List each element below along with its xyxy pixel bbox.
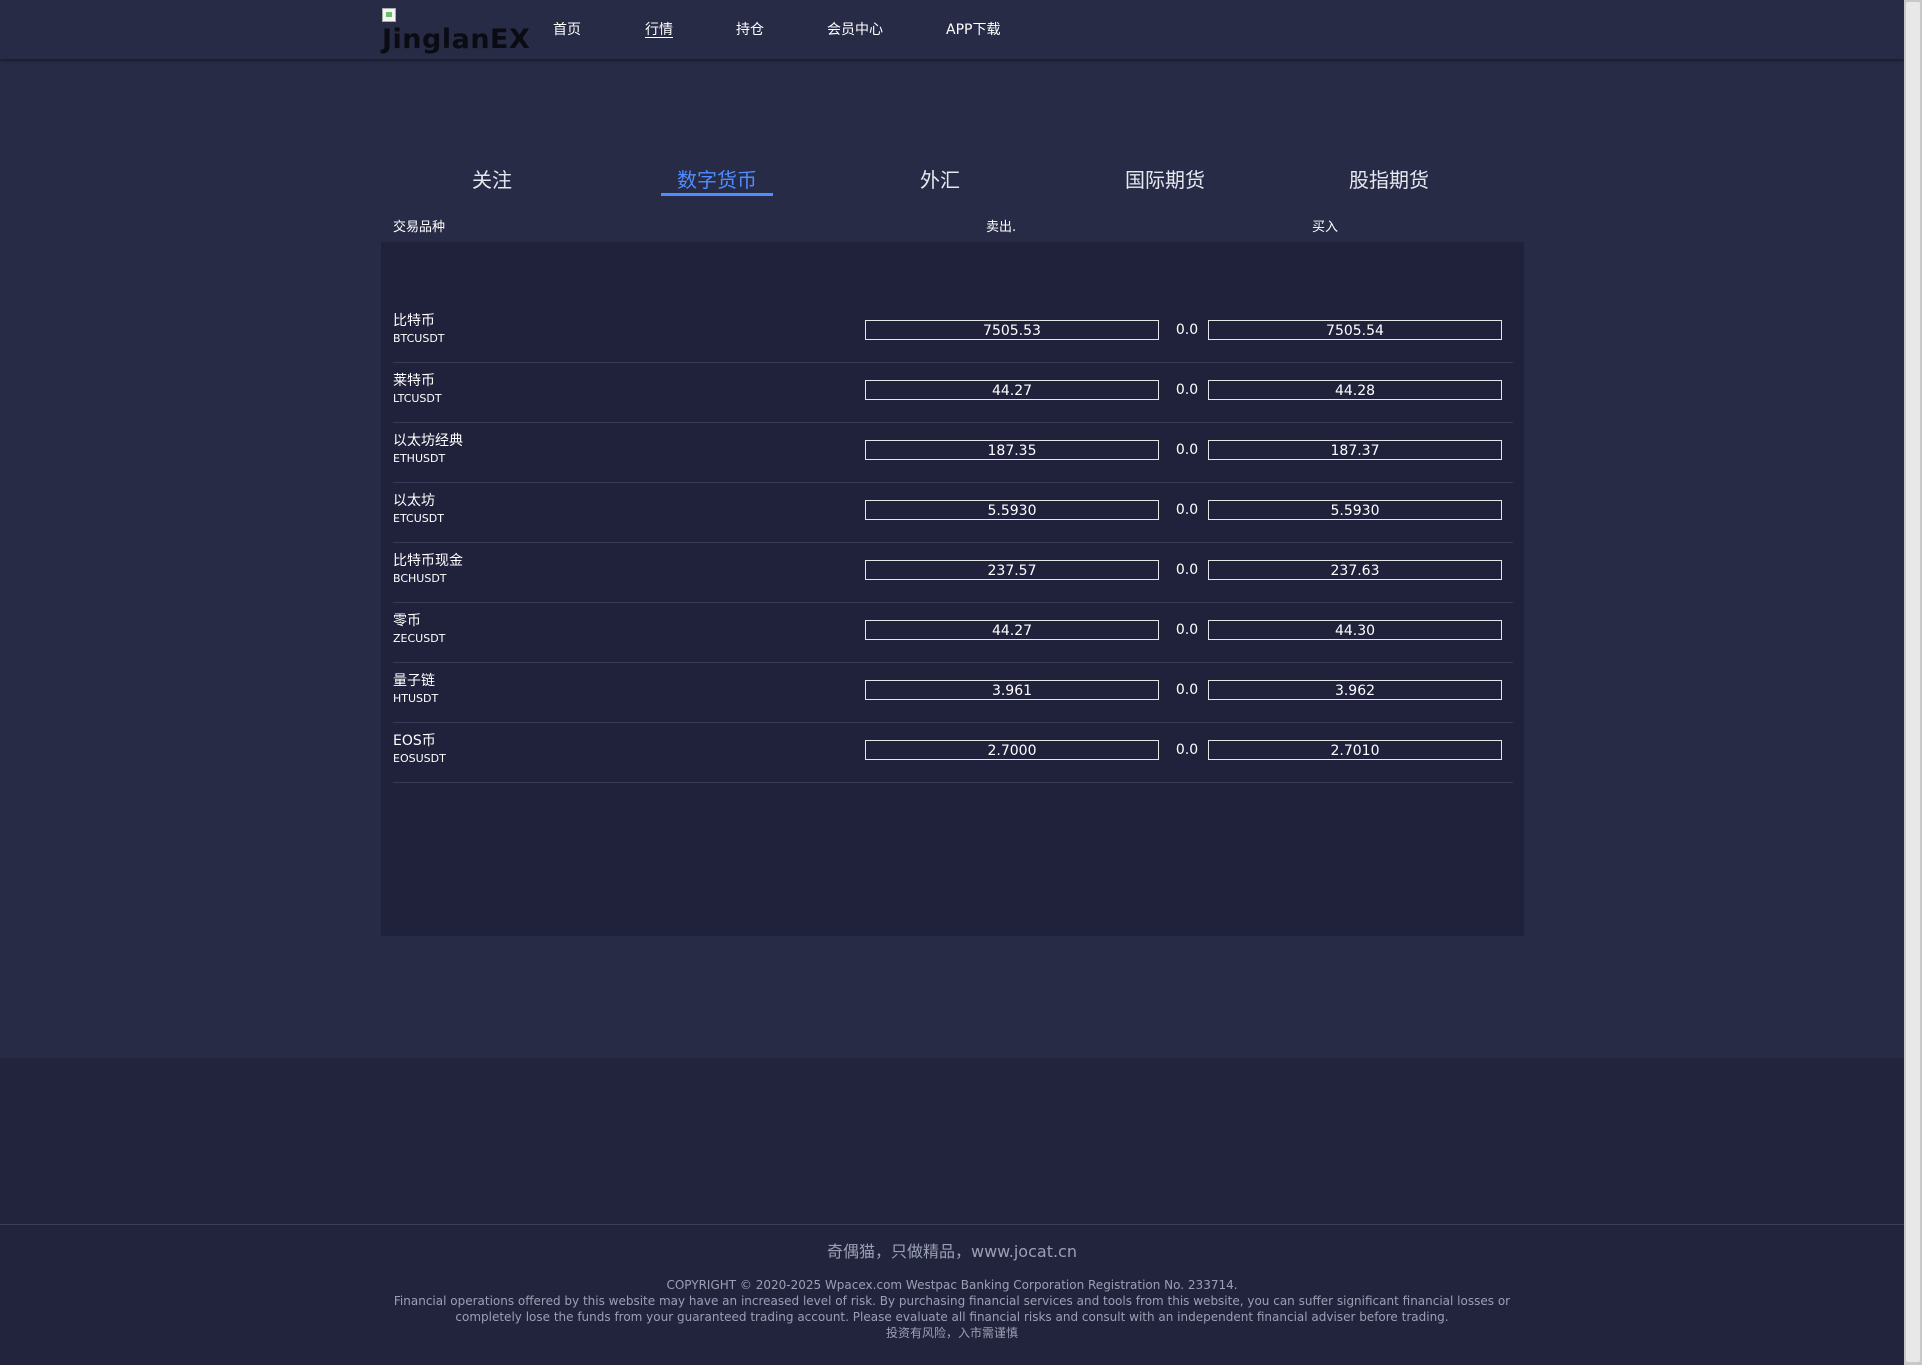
sell-price-button[interactable]: 187.35 [865, 440, 1159, 460]
broken-image-icon [382, 8, 396, 22]
footer-slogan: 奇偶猫，只做精品，www.jocat.cn [826, 1242, 1077, 1261]
sell-price-button[interactable]: 44.27 [865, 380, 1159, 400]
nav-app-download[interactable]: APP下载 [946, 19, 1000, 39]
sell-price-button[interactable]: 3.961 [865, 680, 1159, 700]
tab-crypto[interactable]: 数字货币 [677, 164, 757, 193]
table-row[interactable]: 以太坊经典 ETHUSDT 187.35 0.0 187.37 [393, 422, 1513, 483]
nav-market[interactable]: 行情 [645, 19, 673, 39]
price-change: 0.0 [1175, 502, 1199, 518]
instrument-name: 以太坊 [393, 493, 435, 509]
buy-price-button[interactable]: 2.7010 [1208, 740, 1502, 760]
price-change: 0.0 [1175, 742, 1199, 758]
instrument-code: LTCUSDT [393, 392, 442, 405]
footer-risk-disclaimer-2: completely lose the funds from your guar… [455, 1310, 1449, 1324]
buy-price-button[interactable]: 3.962 [1208, 680, 1502, 700]
price-change: 0.0 [1175, 562, 1199, 578]
buy-price-button[interactable]: 7505.54 [1208, 320, 1502, 340]
table-row[interactable]: 以太坊 ETCUSDT 5.5930 0.0 5.5930 [393, 482, 1513, 543]
instrument-code: BTCUSDT [393, 332, 445, 345]
buy-price-button[interactable]: 44.28 [1208, 380, 1502, 400]
buy-price-button[interactable]: 5.5930 [1208, 500, 1502, 520]
price-change: 0.0 [1175, 442, 1199, 458]
instrument-name: EOS币 [393, 733, 436, 749]
instrument-name: 零币 [393, 613, 421, 629]
table-row[interactable]: EOS币 EOSUSDT 2.7000 0.0 2.7010 [393, 722, 1513, 783]
page: JinglanEX 首页 行情 持仓 会员中心 APP下载 关注 数字货币 外汇… [0, 0, 1904, 1365]
scrollbar-thumb[interactable] [1906, 2, 1920, 1362]
active-tab-indicator [661, 193, 773, 196]
table-row[interactable]: 比特币 BTCUSDT 7505.53 0.0 7505.54 [393, 302, 1513, 363]
tab-index-futures[interactable]: 股指期货 [1349, 164, 1429, 193]
price-change: 0.0 [1175, 322, 1199, 338]
nav-positions[interactable]: 持仓 [736, 19, 764, 39]
column-header-buy: 买入 [1312, 220, 1339, 235]
logo-alt-text: JinglanEX [382, 24, 531, 55]
table-row[interactable]: 比特币现金 BCHUSDT 237.57 0.0 237.63 [393, 542, 1513, 603]
price-change: 0.0 [1175, 382, 1199, 398]
instrument-code: ZECUSDT [393, 632, 446, 645]
instrument-name: 莱特币 [393, 373, 435, 389]
instrument-code: HTUSDT [393, 692, 439, 705]
footer-band [0, 1058, 1904, 1224]
table-row[interactable]: 量子链 HTUSDT 3.961 0.0 3.962 [393, 662, 1513, 723]
table-row[interactable]: 零币 ZECUSDT 44.27 0.0 44.30 [393, 602, 1513, 663]
nav-home[interactable]: 首页 [553, 19, 581, 39]
sell-price-button[interactable]: 5.5930 [865, 500, 1159, 520]
buy-price-button[interactable]: 44.30 [1208, 620, 1502, 640]
instrument-name: 比特币 [393, 313, 435, 329]
sell-price-button[interactable]: 7505.53 [865, 320, 1159, 340]
nav-member-center[interactable]: 会员中心 [827, 19, 883, 39]
tab-watchlist[interactable]: 关注 [472, 164, 512, 193]
footer-copyright: COPYRIGHT © 2020-2025 Wpacex.com Westpac… [666, 1278, 1238, 1292]
sell-price-button[interactable]: 44.27 [865, 620, 1159, 640]
price-change: 0.0 [1175, 622, 1199, 638]
column-header-symbol: 交易品种 [393, 220, 446, 235]
instrument-name: 量子链 [393, 673, 435, 689]
top-header: JinglanEX 首页 行情 持仓 会员中心 APP下载 [0, 0, 1904, 59]
table-row[interactable]: 莱特币 LTCUSDT 44.27 0.0 44.28 [393, 362, 1513, 423]
tab-forex[interactable]: 外汇 [920, 164, 960, 193]
price-change: 0.0 [1175, 682, 1199, 698]
buy-price-button[interactable]: 237.63 [1208, 560, 1502, 580]
footer-risk-warning: 投资有风险，入市需谨慎 [885, 1326, 1018, 1340]
logo[interactable]: JinglanEX [382, 6, 530, 58]
footer-risk-disclaimer-1: Financial operations offered by this web… [393, 1294, 1511, 1308]
column-header-sell: 卖出. [986, 220, 1017, 235]
sell-price-button[interactable]: 2.7000 [865, 740, 1159, 760]
instrument-name: 比特币现金 [393, 553, 463, 569]
instrument-code: EOSUSDT [393, 752, 446, 765]
tab-intl-futures[interactable]: 国际期货 [1125, 164, 1205, 193]
instrument-code: ETCUSDT [393, 512, 444, 525]
instrument-code: ETHUSDT [393, 452, 446, 465]
sell-price-button[interactable]: 237.57 [865, 560, 1159, 580]
instrument-name: 以太坊经典 [393, 433, 463, 449]
buy-price-button[interactable]: 187.37 [1208, 440, 1502, 460]
instrument-code: BCHUSDT [393, 572, 447, 585]
